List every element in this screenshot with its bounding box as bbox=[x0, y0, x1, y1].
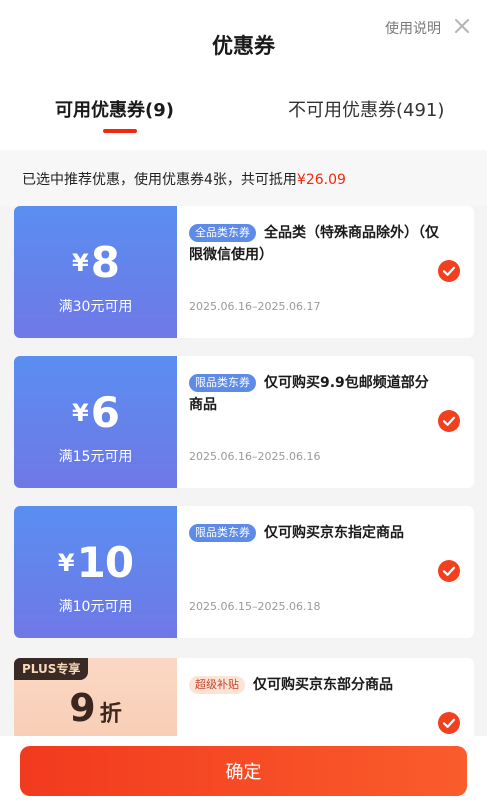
coupon-discount-panel: PLUS专享 9折 bbox=[14, 658, 177, 746]
coupon-sheet: 优惠券 使用说明 可用优惠券(9) 不可用优惠券(491) 已选中推荐优惠，使用… bbox=[0, 0, 487, 800]
active-tab-indicator bbox=[103, 129, 137, 133]
plus-exclusive-badge: PLUS专享 bbox=[14, 658, 89, 680]
tab-available[interactable]: 可用优惠券(9) bbox=[55, 96, 174, 122]
coupon-description: 全品类东券 全品类（特殊商品除外）（仅限微信使用） bbox=[189, 222, 439, 266]
selection-summary: 已选中推荐优惠，使用优惠券4张，共可抵用¥26.09 bbox=[0, 150, 487, 206]
coupon-info: 限品类东券 仅可购买京东指定商品 2025.06.15–2025.06.18 bbox=[189, 506, 474, 638]
coupon-tabs: 可用优惠券(9) 不可用优惠券(491) bbox=[0, 96, 487, 140]
summary-text: 已选中推荐优惠，使用优惠券4张，共可抵用 bbox=[22, 172, 297, 188]
coupon-value-panel: ¥10 满10元可用 bbox=[14, 506, 177, 638]
sheet-header: 优惠券 使用说明 bbox=[0, 0, 487, 82]
coupon-amount: ¥8 bbox=[14, 238, 177, 288]
coupon-card[interactable]: ¥6 满15元可用 限品类东券 仅可购买9.9包邮频道部分商品 2025.06.1… bbox=[14, 356, 474, 488]
check-circle-icon[interactable] bbox=[438, 260, 460, 282]
coupon-value: 8 bbox=[90, 238, 120, 287]
coupon-value-panel: ¥8 满30元可用 bbox=[14, 206, 177, 338]
coupon-description: 限品类东券 仅可购买京东指定商品 bbox=[189, 522, 439, 544]
coupon-type-tag: 全品类东券 bbox=[189, 224, 256, 242]
usage-instructions-link[interactable]: 使用说明 bbox=[385, 18, 441, 38]
coupon-threshold: 满10元可用 bbox=[58, 599, 133, 615]
coupon-list[interactable]: ¥8 满30元可用 全品类东券 全品类（特殊商品除外）（仅限微信使用） 2025.… bbox=[0, 206, 487, 746]
coupon-description-text: 仅可购买京东部分商品 bbox=[253, 677, 393, 693]
sheet-footer: 确定 bbox=[0, 736, 487, 800]
coupon-value: 10 bbox=[76, 538, 134, 587]
coupon-info: 限品类东券 仅可购买9.9包邮频道部分商品 2025.06.16–2025.06.… bbox=[189, 356, 474, 488]
coupon-type-tag: 超级补贴 bbox=[189, 676, 245, 694]
confirm-button[interactable]: 确定 bbox=[20, 746, 467, 796]
discount-value: 9 bbox=[69, 686, 96, 730]
currency-symbol: ¥ bbox=[72, 399, 89, 427]
coupon-info: 超级补贴 仅可购买京东部分商品 bbox=[189, 658, 474, 746]
coupon-discount: 9折 bbox=[14, 686, 177, 730]
coupon-value: 6 bbox=[90, 388, 120, 437]
coupon-type-tag: 限品类东券 bbox=[189, 524, 256, 542]
coupon-value-panel: ¥6 满15元可用 bbox=[14, 356, 177, 488]
coupon-description: 超级补贴 仅可购买京东部分商品 bbox=[189, 674, 439, 696]
coupon-type-tag: 限品类东券 bbox=[189, 374, 256, 392]
coupon-validity-date: 2025.06.16–2025.06.17 bbox=[189, 300, 321, 313]
coupon-description-text: 仅可购买京东指定商品 bbox=[264, 525, 404, 541]
check-circle-icon[interactable] bbox=[438, 410, 460, 432]
check-circle-icon[interactable] bbox=[438, 560, 460, 582]
tab-unavailable[interactable]: 不可用优惠券(491) bbox=[288, 96, 444, 122]
currency-symbol: ¥ bbox=[57, 549, 75, 577]
coupon-validity-date: 2025.06.15–2025.06.18 bbox=[189, 600, 321, 613]
coupon-validity-date: 2025.06.16–2025.06.16 bbox=[189, 450, 321, 463]
coupon-card[interactable]: ¥10 满10元可用 限品类东券 仅可购买京东指定商品 2025.06.15–20… bbox=[14, 506, 474, 638]
coupon-threshold: 满30元可用 bbox=[58, 299, 133, 315]
coupon-amount: ¥10 bbox=[14, 538, 177, 588]
summary-amount: ¥26.09 bbox=[296, 172, 346, 188]
coupon-info: 全品类东券 全品类（特殊商品除外）（仅限微信使用） 2025.06.16–2025… bbox=[189, 206, 474, 338]
coupon-description: 限品类东券 仅可购买9.9包邮频道部分商品 bbox=[189, 372, 439, 416]
close-icon[interactable] bbox=[453, 17, 471, 35]
coupon-amount: ¥6 bbox=[14, 388, 177, 438]
coupon-threshold: 满15元可用 bbox=[58, 449, 133, 465]
currency-symbol: ¥ bbox=[72, 249, 89, 277]
coupon-card[interactable]: ¥8 满30元可用 全品类东券 全品类（特殊商品除外）（仅限微信使用） 2025.… bbox=[14, 206, 474, 338]
coupon-card-plus[interactable]: PLUS专享 9折 超级补贴 仅可购买京东部分商品 bbox=[14, 658, 474, 746]
discount-unit: 折 bbox=[99, 702, 122, 727]
check-circle-icon[interactable] bbox=[438, 712, 460, 734]
